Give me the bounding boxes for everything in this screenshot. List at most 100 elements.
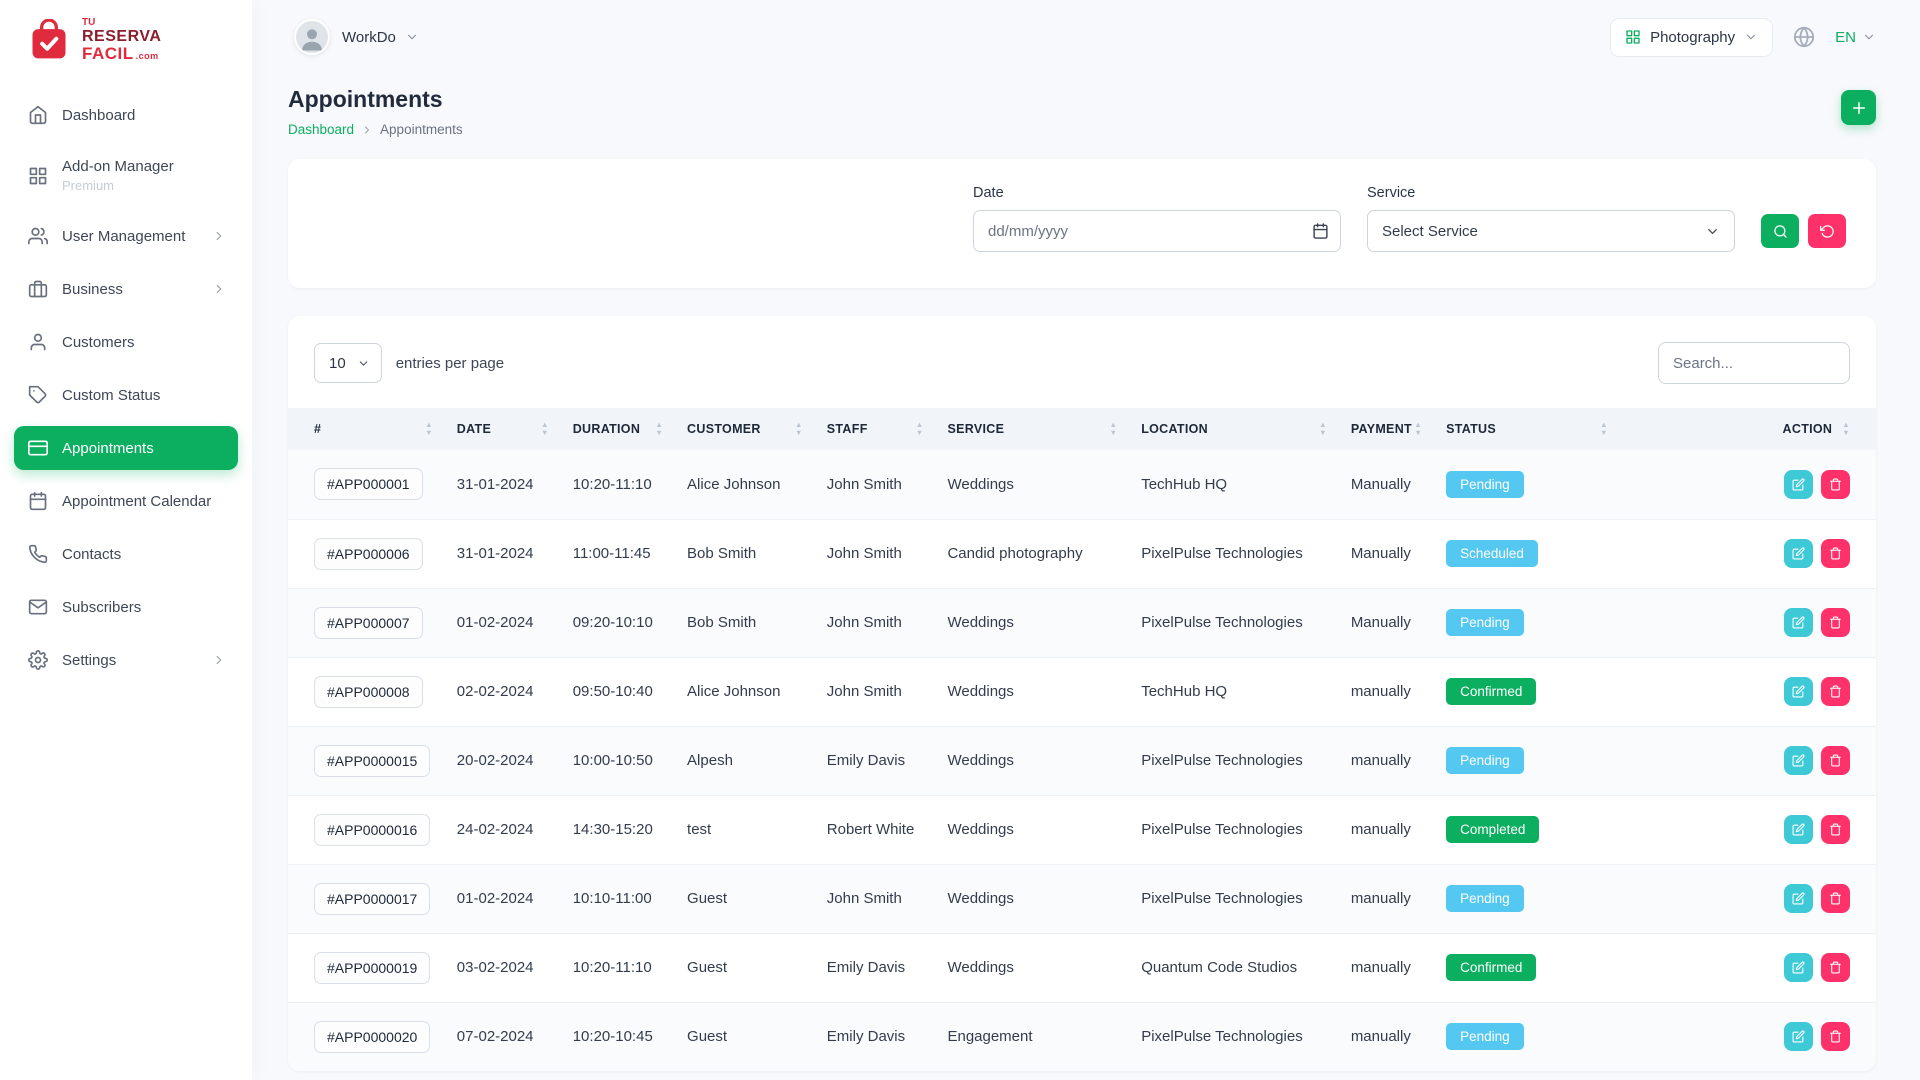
- module-label: Photography: [1650, 29, 1735, 46]
- sort-arrows-icon[interactable]: ▲▼: [916, 422, 928, 436]
- appointment-id-badge: #APP0000019: [314, 952, 430, 984]
- gear-icon: [28, 650, 48, 670]
- sort-arrows-icon[interactable]: ▲▼: [1109, 422, 1121, 436]
- add-appointment-button[interactable]: [1841, 90, 1876, 125]
- sort-arrows-icon[interactable]: ▲▼: [1842, 422, 1850, 436]
- sidebar-item-appointment-calendar[interactable]: Appointment Calendar: [14, 479, 238, 523]
- delete-button[interactable]: [1821, 608, 1850, 637]
- sidebar-item-contacts[interactable]: Contacts: [14, 532, 238, 576]
- edit-button[interactable]: [1784, 1022, 1813, 1051]
- page-title-block: Appointments Dashboard Appointments: [288, 86, 463, 137]
- chevron-down-icon: [405, 30, 419, 44]
- sidebar-item-business[interactable]: Business: [14, 267, 238, 311]
- duration-cell: 09:50-10:40: [563, 657, 677, 726]
- sidebar-item-appointments[interactable]: Appointments: [14, 426, 238, 470]
- row-actions: [1632, 608, 1850, 637]
- column-header-payment[interactable]: PAYMENT▲▼: [1341, 408, 1436, 450]
- edit-button[interactable]: [1784, 746, 1813, 775]
- column-header-customer[interactable]: CUSTOMER▲▼: [677, 408, 817, 450]
- service-filter-group: Service Select Service: [1367, 185, 1735, 252]
- sort-arrows-icon[interactable]: ▲▼: [1319, 422, 1331, 436]
- location-cell: PixelPulse Technologies: [1131, 795, 1341, 864]
- row-actions: [1632, 815, 1850, 844]
- location-cell: PixelPulse Technologies: [1131, 519, 1341, 588]
- search-icon: [1773, 224, 1788, 239]
- edit-button[interactable]: [1784, 470, 1813, 499]
- column-header-id[interactable]: #▲▼: [288, 408, 447, 450]
- delete-button[interactable]: [1821, 746, 1850, 775]
- chevron-down-icon: [1705, 224, 1720, 239]
- column-header-duration[interactable]: DURATION▲▼: [563, 408, 677, 450]
- service-cell: Candid photography: [937, 519, 1131, 588]
- sort-arrows-icon[interactable]: ▲▼: [1414, 422, 1426, 436]
- appointment-row: #APP000001624-02-202414:30-15:20testRobe…: [288, 795, 1876, 864]
- delete-button[interactable]: [1821, 953, 1850, 982]
- column-header-service[interactable]: SERVICE▲▼: [937, 408, 1131, 450]
- duration-cell: 11:00-11:45: [563, 519, 677, 588]
- column-header-location[interactable]: LOCATION▲▼: [1131, 408, 1341, 450]
- workspace-switcher[interactable]: WorkDo: [294, 19, 419, 55]
- delete-button[interactable]: [1821, 1022, 1850, 1051]
- edit-button[interactable]: [1784, 815, 1813, 844]
- delete-button[interactable]: [1821, 539, 1850, 568]
- trash-icon: [1829, 754, 1842, 767]
- customer-cell: Bob Smith: [677, 588, 817, 657]
- sidebar-item-dashboard[interactable]: Dashboard: [14, 93, 238, 137]
- chevron-right-icon: [212, 653, 226, 667]
- appointment-id-badge: #APP0000015: [314, 745, 430, 777]
- sidebar-item-settings[interactable]: Settings: [14, 638, 238, 682]
- table-search-input[interactable]: [1658, 342, 1850, 384]
- sort-arrows-icon[interactable]: ▲▼: [541, 422, 553, 436]
- sidebar-item-label: Appointment Calendar: [62, 493, 211, 510]
- sort-arrows-icon[interactable]: ▲▼: [795, 422, 807, 436]
- sidebar-item-customers[interactable]: Customers: [14, 320, 238, 364]
- appointments-table-card: 10 entries per page #▲▼DATE▲▼DURATION▲▼C…: [288, 316, 1876, 1071]
- status-badge: Pending: [1446, 885, 1524, 912]
- delete-button[interactable]: [1821, 470, 1850, 499]
- payment-cell: manually: [1341, 726, 1436, 795]
- table-toolbar: 10 entries per page: [288, 342, 1876, 408]
- chevron-right-icon: [212, 282, 226, 296]
- delete-button[interactable]: [1821, 815, 1850, 844]
- column-header-staff[interactable]: STAFF▲▼: [817, 408, 938, 450]
- column-header-date[interactable]: DATE▲▼: [447, 408, 563, 450]
- filter-search-button[interactable]: [1761, 214, 1799, 248]
- date-input[interactable]: [973, 210, 1341, 252]
- sidebar-item-subscribers[interactable]: Subscribers: [14, 585, 238, 629]
- delete-button[interactable]: [1821, 677, 1850, 706]
- sidebar-item-add-on-manager[interactable]: Add-on ManagerPremium: [14, 146, 238, 205]
- calendar-icon[interactable]: [1312, 223, 1329, 240]
- breadcrumb-dashboard-link[interactable]: Dashboard: [288, 122, 354, 137]
- filter-reset-button[interactable]: [1808, 214, 1846, 248]
- sort-arrows-icon[interactable]: ▲▼: [1600, 422, 1612, 436]
- sort-arrows-icon[interactable]: ▲▼: [655, 422, 667, 436]
- payment-cell: manually: [1341, 933, 1436, 1002]
- language-selector[interactable]: EN: [1835, 29, 1876, 46]
- sort-arrows-icon[interactable]: ▲▼: [425, 422, 437, 436]
- staff-cell: Robert White: [817, 795, 938, 864]
- edit-button[interactable]: [1784, 608, 1813, 637]
- column-header-action[interactable]: ACTION▲▼: [1622, 408, 1876, 450]
- staff-cell: John Smith: [817, 450, 938, 519]
- calendar-icon: [28, 491, 48, 511]
- column-header-status[interactable]: STATUS▲▼: [1436, 408, 1622, 450]
- module-selector[interactable]: Photography: [1610, 18, 1773, 57]
- chevron-down-icon: [1862, 30, 1876, 44]
- entries-per-page-select[interactable]: 10: [314, 343, 382, 383]
- delete-button[interactable]: [1821, 884, 1850, 913]
- service-select[interactable]: Select Service: [1367, 210, 1735, 252]
- edit-icon: [1792, 1030, 1805, 1043]
- edit-button[interactable]: [1784, 884, 1813, 913]
- location-cell: PixelPulse Technologies: [1131, 588, 1341, 657]
- edit-button[interactable]: [1784, 539, 1813, 568]
- appointments-tbody: #APP00000131-01-202410:20-11:10Alice Joh…: [288, 450, 1876, 1071]
- edit-button[interactable]: [1784, 677, 1813, 706]
- row-actions: [1632, 539, 1850, 568]
- customer-cell: Alice Johnson: [677, 450, 817, 519]
- edit-button[interactable]: [1784, 953, 1813, 982]
- sidebar-item-user-management[interactable]: User Management: [14, 214, 238, 258]
- brand-logo[interactable]: TU RESERVA FACIL.com: [0, 0, 252, 73]
- sidebar-item-custom-status[interactable]: Custom Status: [14, 373, 238, 417]
- globe-icon[interactable]: [1793, 26, 1815, 48]
- duration-cell: 10:20-11:10: [563, 450, 677, 519]
